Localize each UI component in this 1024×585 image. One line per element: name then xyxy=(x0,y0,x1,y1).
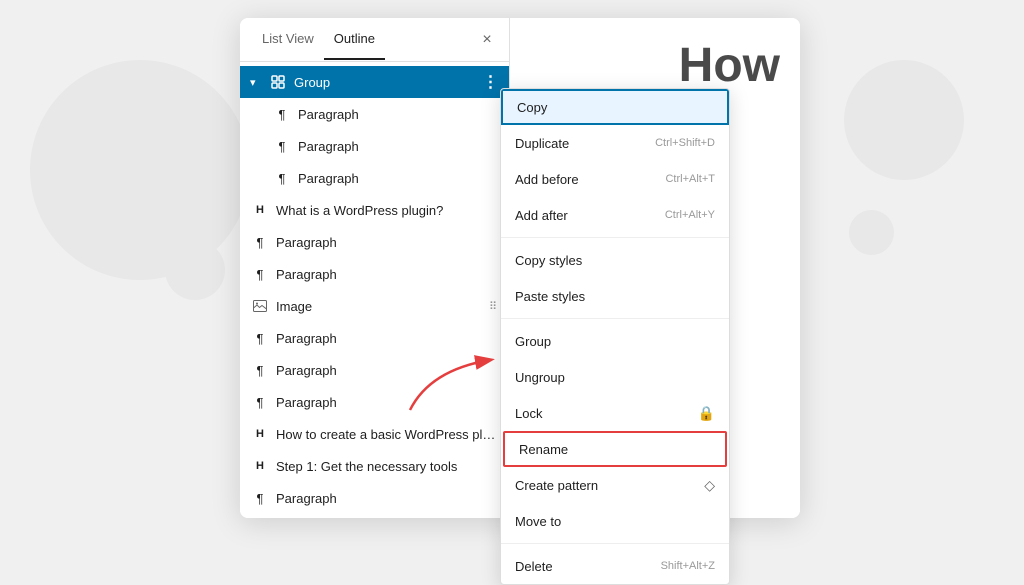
create-pattern-icon: ◇ xyxy=(704,477,715,494)
menu-divider-2 xyxy=(501,318,729,319)
menu-item-copy-styles[interactable]: Copy styles xyxy=(501,242,729,278)
add-before-label: Add before xyxy=(515,172,579,187)
lock-label: Lock xyxy=(515,406,542,421)
tab-outline[interactable]: Outline xyxy=(324,19,385,60)
paragraph-icon: ¶ xyxy=(250,267,270,282)
add-after-label: Add after xyxy=(515,208,568,223)
list-item-list[interactable]: ▸ List xyxy=(240,514,509,518)
heading-icon: H xyxy=(250,204,270,216)
close-button[interactable]: × xyxy=(475,28,499,52)
create-pattern-label: Create pattern xyxy=(515,478,598,493)
list-item[interactable]: H How to create a basic WordPress plugi.… xyxy=(240,418,509,450)
copy-styles-label: Copy styles xyxy=(515,253,582,268)
item-label: How to create a basic WordPress plugi... xyxy=(276,427,501,442)
list-item[interactable]: ¶ Paragraph xyxy=(240,386,509,418)
list-item[interactable]: ¶ Paragraph xyxy=(240,482,509,514)
menu-item-lock[interactable]: Lock 🔒 xyxy=(501,395,729,431)
tab-header: List View Outline × xyxy=(240,18,509,62)
add-before-shortcut: Ctrl+Alt+T xyxy=(665,173,715,185)
add-after-shortcut: Ctrl+Alt+Y xyxy=(665,209,715,221)
list-item[interactable]: H What is a WordPress plugin? xyxy=(240,194,509,226)
delete-label: Delete xyxy=(515,559,553,574)
rename-label: Rename xyxy=(519,442,568,457)
bg-circle-right-large xyxy=(844,60,964,180)
context-menu: Copy Duplicate Ctrl+Shift+D Add before C… xyxy=(500,88,730,585)
chevron-down-icon: ▾ xyxy=(250,76,266,89)
bg-circle-small xyxy=(165,240,225,300)
menu-item-delete[interactable]: Delete Shift+Alt+Z xyxy=(501,548,729,584)
list-view-items: ▾ Group ⋮ ¶ Paragraph ¶ xyxy=(240,62,509,518)
item-label: Paragraph xyxy=(276,491,501,506)
move-to-label: Move to xyxy=(515,514,561,529)
menu-item-duplicate[interactable]: Duplicate Ctrl+Shift+D xyxy=(501,125,729,161)
item-label: Paragraph xyxy=(276,331,501,346)
drag-handle-icon: ⠿ xyxy=(489,300,497,313)
delete-shortcut: Shift+Alt+Z xyxy=(661,560,715,572)
menu-divider-1 xyxy=(501,237,729,238)
bg-circle-right-small xyxy=(849,210,894,255)
heading-icon: H xyxy=(250,460,270,472)
bg-circle-large xyxy=(30,60,250,280)
group-label: Group xyxy=(294,75,481,90)
item-label: Paragraph xyxy=(276,267,501,282)
menu-divider-3 xyxy=(501,543,729,544)
list-item[interactable]: H Step 1: Get the necessary tools xyxy=(240,450,509,482)
item-label: Paragraph xyxy=(276,395,501,410)
menu-item-copy[interactable]: Copy xyxy=(501,89,729,125)
menu-item-create-pattern[interactable]: Create pattern ◇ xyxy=(501,467,729,503)
menu-item-add-before[interactable]: Add before Ctrl+Alt+T xyxy=(501,161,729,197)
list-item[interactable]: ¶ Paragraph xyxy=(240,130,509,162)
paragraph-icon: ¶ xyxy=(250,235,270,250)
paragraph-icon: ¶ xyxy=(272,107,292,122)
options-button[interactable]: ⋮ xyxy=(481,72,501,92)
item-label: Image xyxy=(276,299,489,314)
lock-icon: 🔒 xyxy=(698,405,715,422)
paste-styles-label: Paste styles xyxy=(515,289,585,304)
paragraph-icon: ¶ xyxy=(272,171,292,186)
list-item[interactable]: ¶ Paragraph xyxy=(240,322,509,354)
item-label: Paragraph xyxy=(276,235,501,250)
paragraph-icon: ¶ xyxy=(250,331,270,346)
heading-icon: H xyxy=(250,428,270,440)
list-item[interactable]: ¶ Paragraph xyxy=(240,258,509,290)
item-label: Paragraph xyxy=(298,107,501,122)
menu-item-ungroup[interactable]: Ungroup xyxy=(501,359,729,395)
item-label: Step 1: Get the necessary tools xyxy=(276,459,501,474)
list-item[interactable]: ¶ Paragraph xyxy=(240,354,509,386)
group-block-icon xyxy=(268,75,288,89)
item-label: Paragraph xyxy=(298,139,501,154)
menu-item-rename[interactable]: Rename xyxy=(503,431,727,467)
duplicate-label: Duplicate xyxy=(515,136,569,151)
item-label: Paragraph xyxy=(276,363,501,378)
ungroup-label: Ungroup xyxy=(515,370,565,385)
image-icon xyxy=(250,300,270,312)
paragraph-icon: ¶ xyxy=(250,491,270,506)
item-label: What is a WordPress plugin? xyxy=(276,203,501,218)
menu-item-paste-styles[interactable]: Paste styles xyxy=(501,278,729,314)
group-label: Group xyxy=(515,334,551,349)
left-panel: List View Outline × ▾ Group ⋮ xyxy=(240,18,510,518)
paragraph-icon: ¶ xyxy=(272,139,292,154)
menu-item-group[interactable]: Group xyxy=(501,323,729,359)
list-item-group[interactable]: ▾ Group ⋮ xyxy=(240,66,509,98)
tab-list-view[interactable]: List View xyxy=(252,19,324,60)
paragraph-icon: ¶ xyxy=(250,395,270,410)
menu-item-add-after[interactable]: Add after Ctrl+Alt+Y xyxy=(501,197,729,233)
paragraph-icon: ¶ xyxy=(250,363,270,378)
list-item[interactable]: ¶ Paragraph xyxy=(240,226,509,258)
list-item[interactable]: ¶ Paragraph xyxy=(240,162,509,194)
list-item-image[interactable]: Image ⠿ xyxy=(240,290,509,322)
list-item[interactable]: ¶ Paragraph xyxy=(240,98,509,130)
copy-label: Copy xyxy=(517,100,547,115)
duplicate-shortcut: Ctrl+Shift+D xyxy=(655,137,715,149)
item-label: Paragraph xyxy=(298,171,501,186)
menu-item-move-to[interactable]: Move to xyxy=(501,503,729,539)
preview-heading-text: How xyxy=(679,38,780,93)
